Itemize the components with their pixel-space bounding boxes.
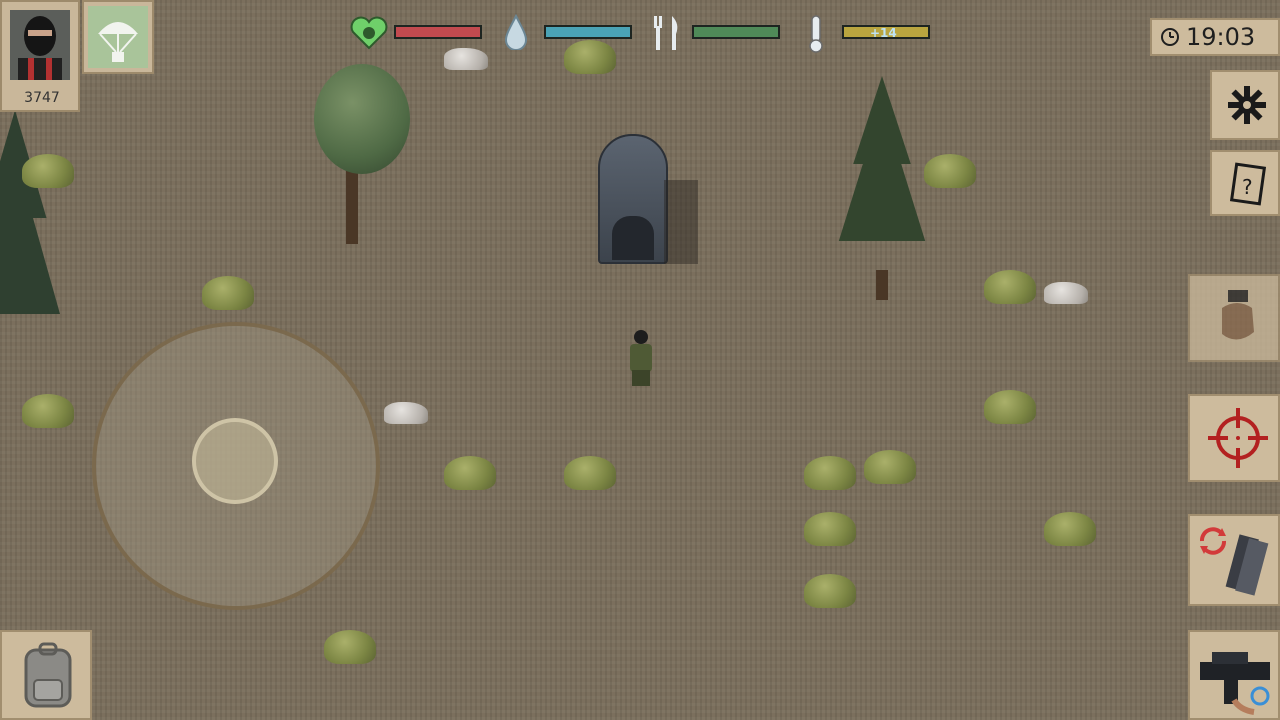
water-bar-fill xyxy=(546,27,630,37)
gear-icon xyxy=(1226,84,1268,126)
food-bar xyxy=(692,25,780,39)
heart-icon xyxy=(350,16,388,50)
movement-joystick-knob[interactable] xyxy=(192,418,278,504)
bush xyxy=(202,276,254,310)
player-legs xyxy=(632,370,650,386)
bunker-entrance[interactable] xyxy=(598,134,668,264)
avatar-panel[interactable]: 3747 xyxy=(0,0,80,112)
clock-time: 19:03 xyxy=(1186,23,1256,51)
bush xyxy=(864,450,916,484)
rock xyxy=(384,402,428,424)
health-bar xyxy=(394,25,482,39)
crosshair-icon xyxy=(1206,406,1270,470)
interact-button[interactable] xyxy=(1188,274,1280,362)
rock xyxy=(444,48,488,70)
quests-button[interactable]: ? xyxy=(1210,150,1280,216)
bush xyxy=(324,630,376,664)
bunker-door xyxy=(612,216,654,260)
weapon-icon xyxy=(1194,640,1278,716)
bush xyxy=(924,154,976,188)
health-bar-fill xyxy=(396,27,480,37)
water-drop-icon xyxy=(504,13,528,51)
temperature-label: +14 xyxy=(870,26,897,40)
bush xyxy=(22,394,74,428)
thermometer-icon xyxy=(806,14,826,54)
player-head xyxy=(634,330,648,344)
settings-button[interactable] xyxy=(1210,70,1280,140)
reload-button[interactable] xyxy=(1188,514,1280,606)
fork-knife-icon xyxy=(650,14,682,52)
score-value: 3747 xyxy=(24,90,60,106)
bush xyxy=(1044,512,1096,546)
bush xyxy=(804,512,856,546)
hand-icon xyxy=(1212,288,1262,350)
bush xyxy=(984,390,1036,424)
parachute-icon xyxy=(88,6,148,68)
bush xyxy=(564,40,616,74)
backpack-icon xyxy=(16,640,80,714)
bush xyxy=(804,574,856,608)
water-bar xyxy=(544,25,632,39)
bush xyxy=(984,270,1036,304)
pine-trunk xyxy=(876,270,888,300)
bush xyxy=(804,456,856,490)
bush xyxy=(564,456,616,490)
masked-survivor-icon xyxy=(10,10,70,80)
clock-panel: 19:03 xyxy=(1150,18,1280,56)
inventory-button[interactable] xyxy=(0,630,92,720)
bush xyxy=(444,456,496,490)
weapon-button[interactable] xyxy=(1188,630,1280,720)
tree-canopy xyxy=(314,64,410,174)
notepad-icon: ? xyxy=(1229,162,1267,206)
player-body xyxy=(630,344,652,372)
rock xyxy=(1044,282,1088,304)
food-bar-fill xyxy=(694,27,778,37)
aim-button[interactable] xyxy=(1188,394,1280,482)
player-character xyxy=(626,330,656,386)
svg-text:?: ? xyxy=(1242,175,1253,199)
bush xyxy=(22,154,74,188)
airdrop-button[interactable] xyxy=(82,0,154,74)
magazine-icon xyxy=(1220,534,1270,600)
clock-icon xyxy=(1160,27,1180,47)
bunker-shadow xyxy=(664,180,698,264)
